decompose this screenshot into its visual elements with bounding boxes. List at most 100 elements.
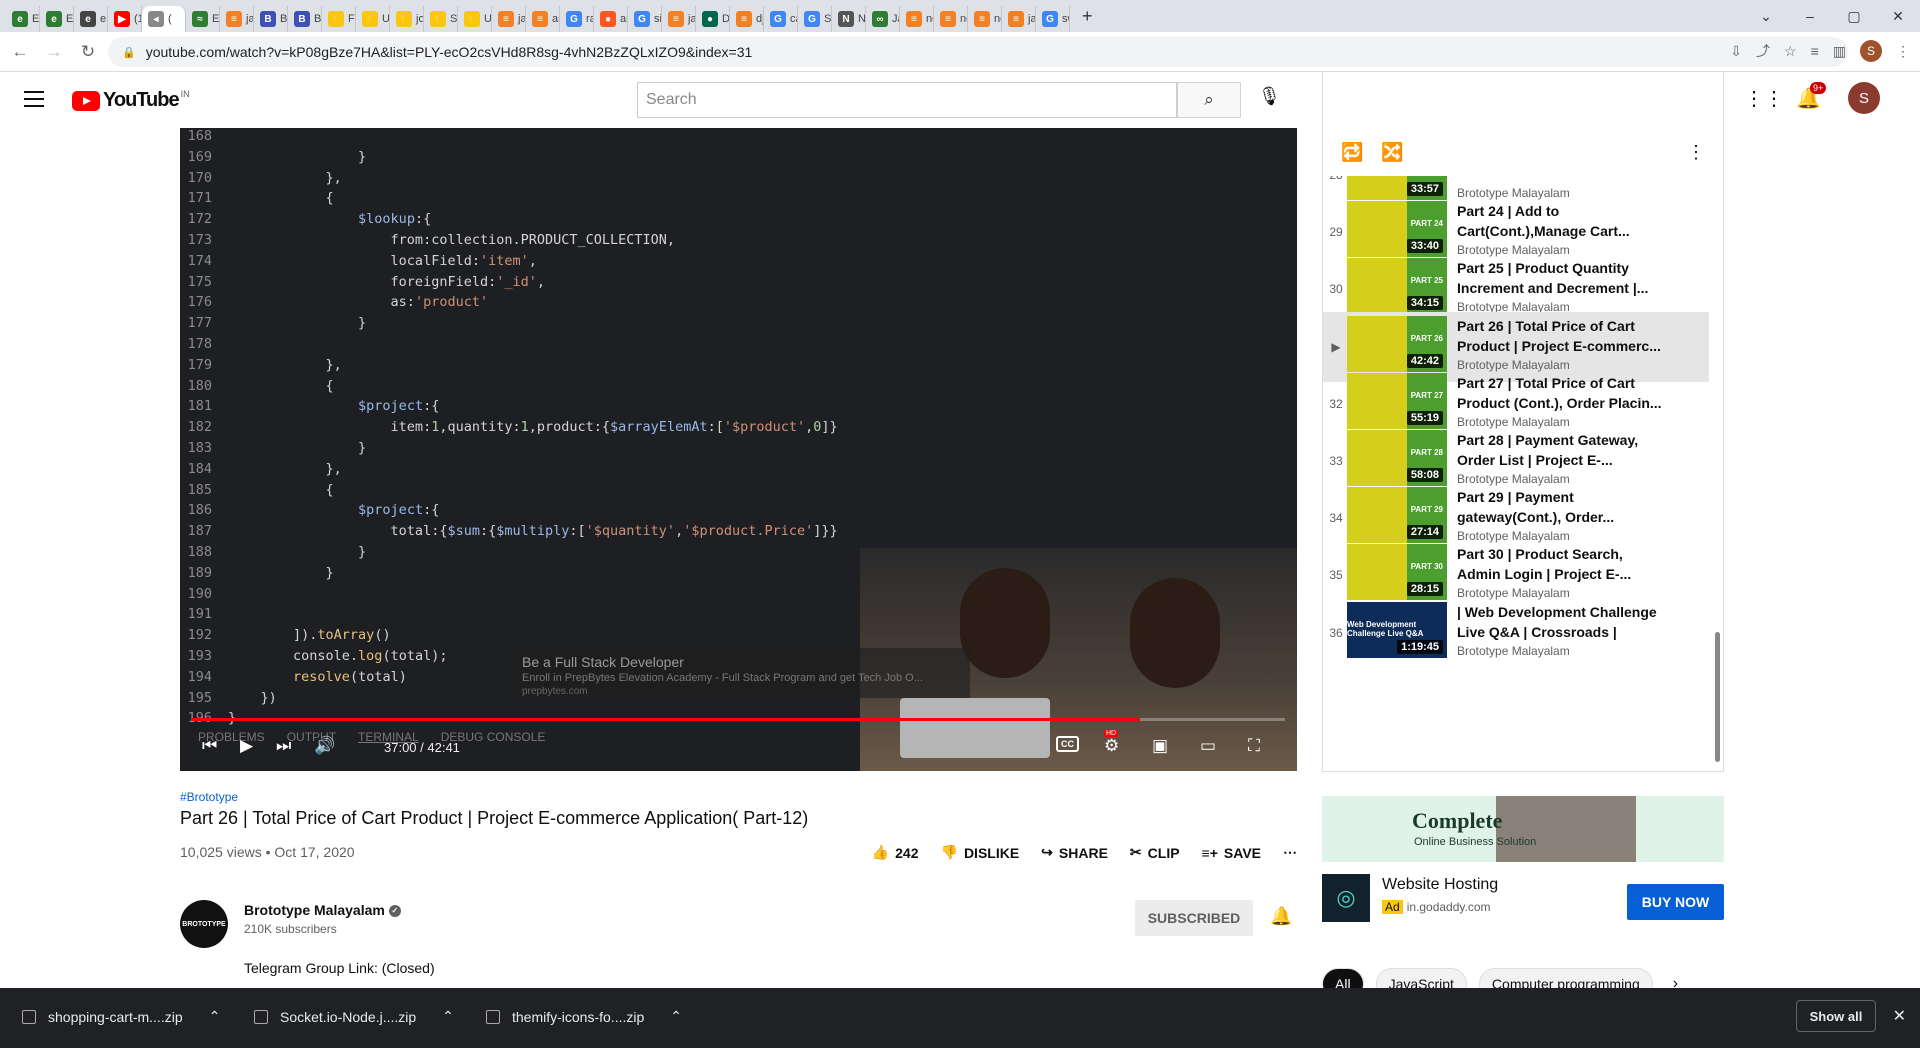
- ad-name[interactable]: Website Hosting: [1382, 876, 1498, 894]
- video-thumbnail[interactable]: PART 26 42:42: [1347, 315, 1447, 372]
- video-thumbnail[interactable]: PART 30 28:15: [1347, 544, 1447, 601]
- captions-button[interactable]: CC: [1056, 736, 1079, 752]
- browser-tab[interactable]: ≡ as: [526, 6, 560, 32]
- browser-tab[interactable]: B Bo: [254, 6, 288, 32]
- playlist-item-title[interactable]: Part 27 | Total Price of Cart Product (C…: [1457, 373, 1667, 413]
- fullscreen-icon[interactable]: ⛶: [1248, 736, 1260, 756]
- ad-banner[interactable]: Complete Online Business Solution: [1322, 796, 1724, 862]
- browser-tab[interactable]: ≡ no: [900, 6, 934, 32]
- browser-tab[interactable]: ∞ Ja: [866, 6, 900, 32]
- playlist-item-title[interactable]: Part 29 | Payment gateway(Cont.), Order.…: [1457, 487, 1667, 527]
- browser-tab[interactable]: ⚡ U: [356, 6, 390, 32]
- close-downloads-icon[interactable]: ✕: [1893, 1006, 1906, 1026]
- browser-tab[interactable]: ⚡ U: [458, 6, 492, 32]
- browser-tab[interactable]: Gsir: [628, 6, 662, 32]
- browser-tab[interactable]: G Sh: [798, 6, 832, 32]
- buy-now-button[interactable]: BUY NOW: [1627, 884, 1724, 920]
- close-window-icon[interactable]: ✕: [1876, 8, 1920, 25]
- apps-grid-icon[interactable]: ⋮⋮: [1744, 86, 1784, 111]
- browser-tab[interactable]: e Ela: [40, 6, 74, 32]
- notification-bell-icon[interactable]: 🔔: [1270, 906, 1292, 927]
- theater-mode-icon[interactable]: ▭: [1200, 736, 1216, 756]
- playlist-scrollbar[interactable]: [1715, 632, 1720, 762]
- bookmark-star-icon[interactable]: ☆: [1784, 43, 1797, 60]
- video-player[interactable]: 168 169 } 170 }, 171 {172 $lookup:{173 from…: [180, 128, 1297, 771]
- browser-tab[interactable]: ● Do: [696, 6, 730, 32]
- browser-tab[interactable]: ≡ no: [934, 6, 968, 32]
- address-bar[interactable]: 🔒 youtube.com/watch?v=kP08gBze7HA&list=P…: [108, 37, 1848, 67]
- hamburger-menu-icon[interactable]: [24, 91, 44, 107]
- browser-tab[interactable]: Gca: [764, 6, 798, 32]
- share-icon[interactable]: ⤴: [1756, 41, 1770, 61]
- video-thumbnail[interactable]: PART 24 33:40: [1347, 201, 1447, 258]
- browser-tab[interactable]: ≡ jav: [220, 6, 254, 32]
- search-input[interactable]: Search: [637, 82, 1177, 118]
- back-icon[interactable]: ←: [6, 42, 34, 62]
- video-thumbnail[interactable]: PART 28 58:08: [1347, 430, 1447, 486]
- browser-tab[interactable]: ⚡ Sh: [424, 6, 458, 32]
- browser-tab[interactable]: ≡ jav: [492, 6, 526, 32]
- download-chevron-icon[interactable]: ⌃: [442, 1008, 454, 1025]
- forward-icon[interactable]: →: [40, 42, 68, 62]
- media-icon[interactable]: ≡: [1811, 43, 1819, 59]
- playlist-menu-icon[interactable]: ⋮: [1687, 142, 1705, 163]
- youtube-logo[interactable]: YouTube IN: [72, 89, 190, 112]
- browser-tab[interactable]: eeS: [74, 6, 108, 32]
- video-thumbnail[interactable]: PART 27 55:19: [1347, 372, 1447, 429]
- clip-button[interactable]: ✂ CLIP: [1130, 844, 1180, 861]
- profile-avatar[interactable]: S: [1860, 40, 1882, 62]
- settings-gear-icon[interactable]: ⚙: [1104, 736, 1119, 756]
- video-thumbnail[interactable]: PART 29 27:14: [1347, 487, 1447, 544]
- miniplayer-icon[interactable]: ▣: [1152, 736, 1168, 756]
- dislike-button[interactable]: 👎 DISLIKE: [941, 844, 1020, 861]
- next-icon[interactable]: ⏭: [276, 736, 291, 756]
- microphone-icon[interactable]: 🎙: [1258, 86, 1281, 107]
- browser-tab[interactable]: ● ara: [594, 6, 628, 32]
- sidebar-ad[interactable]: Complete Online Business Solution ◎ Webs…: [1322, 796, 1724, 934]
- browser-tab[interactable]: Gra: [560, 6, 594, 32]
- browser-tab[interactable]: ≡ dj: [730, 6, 764, 32]
- browser-tab[interactable]: ⚡ jol: [390, 6, 424, 32]
- notifications-bell-icon[interactable]: 🔔 9+: [1796, 81, 1827, 111]
- playlist-item-title[interactable]: Part 30 | Product Search, Admin Login | …: [1457, 544, 1667, 584]
- browser-tab[interactable]: ≡ jav: [662, 6, 696, 32]
- browser-tab[interactable]: ≈ Ex: [186, 6, 220, 32]
- maximize-icon[interactable]: ▢: [1832, 8, 1876, 25]
- loop-icon[interactable]: 🔁: [1341, 142, 1363, 163]
- browser-tab[interactable]: ⚡ Fo: [322, 6, 356, 32]
- browser-tab[interactable]: ≡ jav: [1002, 6, 1036, 32]
- video-thumbnail[interactable]: Web Development Challenge Live Q&A 1:19:4…: [1347, 601, 1447, 658]
- channel-name[interactable]: Brototype Malayalam ✓: [244, 902, 401, 918]
- browser-tab[interactable]: N No: [832, 6, 866, 32]
- channel-avatar[interactable]: BROTOTYPE: [180, 900, 228, 948]
- progress-bar[interactable]: [192, 718, 1285, 721]
- hashtag-link[interactable]: #Brototype: [180, 790, 1297, 804]
- new-tab-icon[interactable]: +: [1082, 6, 1093, 27]
- side-panel-icon[interactable]: ▥: [1833, 43, 1846, 60]
- browser-menu-icon[interactable]: ⋮: [1896, 43, 1910, 60]
- playlist-item-title[interactable]: Part 25 | Product Quantity Increment and…: [1457, 258, 1667, 298]
- playlist-item[interactable]: 36 Web Development Challenge Live Q&A 1:19…: [1323, 598, 1709, 668]
- download-item[interactable]: themify-icons-fo....zip ⌃: [486, 1008, 682, 1025]
- share-button[interactable]: ↪ SHARE: [1041, 844, 1108, 861]
- minimize-icon[interactable]: –: [1788, 8, 1832, 24]
- playlist-item-title[interactable]: Part 26 | Total Price of Cart Product | …: [1457, 316, 1667, 356]
- browser-tab[interactable]: e Ela: [6, 6, 40, 32]
- previous-icon[interactable]: ⏮: [202, 736, 217, 756]
- godaddy-logo-icon[interactable]: ◎: [1322, 874, 1370, 922]
- more-actions-icon[interactable]: ⋯: [1283, 844, 1297, 861]
- volume-icon[interactable]: 🔊: [314, 736, 335, 756]
- reload-icon[interactable]: ↻: [74, 42, 102, 62]
- browser-tab[interactable]: ▶ (13: [108, 6, 142, 32]
- tab-search-icon[interactable]: ⌄: [1744, 8, 1788, 25]
- playlist-item-title[interactable]: Part 28 | Payment Gateway, Order List | …: [1457, 430, 1667, 470]
- save-button[interactable]: ≡+ SAVE: [1202, 845, 1261, 861]
- browser-tab[interactable]: ≡ no: [968, 6, 1002, 32]
- subscribed-button[interactable]: SUBSCRIBED: [1135, 900, 1253, 936]
- show-all-button[interactable]: Show all: [1796, 1000, 1876, 1032]
- browser-tab[interactable]: Gsw: [1036, 6, 1070, 32]
- playlist-item-title[interactable]: | Web Development Challenge Live Q&A | C…: [1457, 602, 1667, 642]
- download-item[interactable]: Socket.io-Node.j....zip ⌃: [254, 1008, 454, 1025]
- overlay-ad[interactable]: Be a Full Stack Developer Enroll in Prep…: [510, 648, 970, 698]
- video-thumbnail[interactable]: PART 25 34:15: [1347, 258, 1447, 315]
